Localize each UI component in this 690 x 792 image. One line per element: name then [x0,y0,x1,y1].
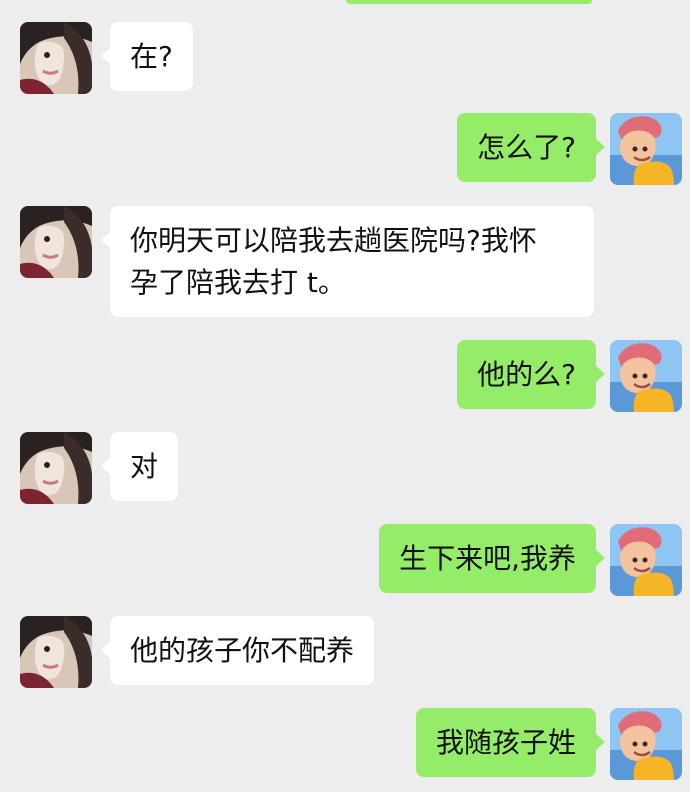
outgoing-message-bubble[interactable]: 我随孩子姓 [415,708,606,777]
girl-avatar-icon [20,616,92,688]
self-avatar[interactable] [610,524,682,596]
outgoing-message-bubble[interactable]: 怎么了? [457,113,605,182]
girl-avatar-icon [20,432,92,504]
incoming-message-bubble[interactable]: 他的孩子你不配养 [100,616,375,685]
contact-avatar[interactable] [20,432,92,504]
outgoing-message-bubble[interactable]: 他的么? [457,340,605,409]
anime-boy-avatar-icon [610,113,682,185]
incoming-message-bubble[interactable]: 对 [100,432,179,501]
contact-avatar[interactable] [20,616,92,688]
anime-boy-avatar-icon [610,524,682,596]
girl-avatar-icon [20,206,92,278]
previous-message-bubble-edge [346,0,592,4]
contact-avatar[interactable] [20,206,92,278]
outgoing-message-bubble[interactable]: 生下来吧,我养 [379,524,605,593]
incoming-message-bubble[interactable]: 你明天可以陪我去趟医院吗?我怀 孕了陪我去打 t。 [101,206,594,317]
anime-boy-avatar-icon [610,340,682,412]
self-avatar[interactable] [610,113,682,185]
girl-avatar-icon [20,22,92,94]
self-avatar[interactable] [610,708,682,780]
self-avatar[interactable] [610,340,682,412]
contact-avatar[interactable] [20,22,92,94]
anime-boy-avatar-icon [610,708,682,780]
incoming-message-bubble[interactable]: 在? [101,22,193,91]
